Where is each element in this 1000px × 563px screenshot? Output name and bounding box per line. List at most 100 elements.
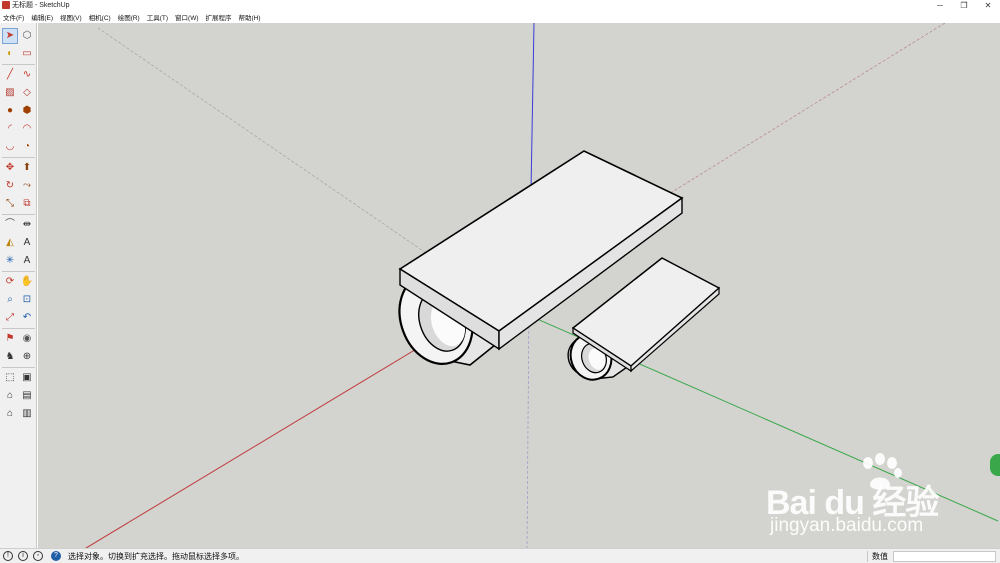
freehand-icon[interactable]: ∿ — [19, 67, 35, 83]
window-title: 无标题 - SketchUp — [12, 2, 70, 9]
tape-measure-icon[interactable]: ⌒ — [2, 217, 18, 233]
toolbar-separator — [2, 271, 35, 272]
3d-text-icon-glyph: A — [23, 255, 31, 266]
3d-text-icon[interactable]: A — [19, 253, 35, 269]
menu-edit[interactable]: 编辑(E) — [31, 12, 53, 22]
menu-window[interactable]: 窗口(W) — [175, 12, 198, 22]
iso-view-icon[interactable]: ⬚ — [2, 370, 18, 386]
toolbar-separator — [2, 367, 35, 368]
top-view-icon-glyph: ▣ — [22, 372, 32, 383]
rectangle-icon[interactable]: ▨ — [2, 85, 18, 101]
user-account-icon[interactable]: ◦ — [33, 551, 43, 561]
polygon-icon[interactable]: ⬢ — [19, 103, 35, 119]
protractor-icon[interactable]: ◭ — [2, 235, 18, 251]
front-view-icon-glyph: ⌂ — [6, 390, 14, 401]
three-point-arc-icon[interactable]: ◡ — [2, 139, 18, 155]
scale-icon-glyph: ⤡ — [6, 198, 14, 209]
minimize-button[interactable]: ─ — [928, 0, 952, 11]
eraser-icon[interactable]: ▭ — [19, 46, 35, 62]
zoom-icon-glyph: ⌕ — [7, 294, 13, 305]
top-view-icon[interactable]: ▣ — [19, 370, 35, 386]
previous-view-icon[interactable]: ↶ — [19, 310, 35, 326]
status-divider — [867, 551, 868, 562]
previous-view-icon-glyph: ↶ — [22, 312, 32, 323]
component-icon-glyph: ⬡ — [22, 30, 32, 41]
two-point-arc-icon-glyph: ◠ — [22, 123, 32, 134]
three-point-arc-icon-glyph: ◡ — [5, 141, 15, 152]
component-icon[interactable]: ⬡ — [19, 28, 35, 44]
rectangle-icon-glyph: ▨ — [5, 87, 15, 98]
rotate-icon[interactable]: ↻ — [2, 178, 18, 194]
zoom-extents-icon-glyph: ⤢ — [6, 312, 14, 323]
menu-tools[interactable]: 工具(T) — [147, 12, 168, 22]
zoom-window-icon[interactable]: ⊡ — [19, 292, 35, 308]
toolbar-separator — [2, 214, 35, 215]
pan-icon[interactable]: ✋ — [19, 274, 35, 290]
title-bar: 无标题 - SketchUp ─ ❐ ✕ — [0, 0, 1000, 11]
freehand-icon-glyph: ∿ — [22, 69, 32, 80]
pie-icon-glyph: ◔ — [23, 141, 31, 152]
position-camera-icon-glyph: ⚑ — [5, 333, 15, 344]
geo-location-icon[interactable]: ! — [3, 551, 13, 561]
position-camera-icon[interactable]: ⚑ — [2, 331, 18, 347]
offset-icon[interactable]: ⧉ — [19, 196, 35, 212]
menu-view[interactable]: 视图(V) — [60, 12, 82, 22]
zoom-extents-icon[interactable]: ⤢ — [2, 310, 18, 326]
menu-draw[interactable]: 绘图(R) — [118, 12, 140, 22]
move-icon-glyph: ✥ — [5, 162, 15, 173]
status-message: 选择对象。切换到扩充选择。拖动鼠标选择多项。 — [68, 552, 244, 561]
pie-icon[interactable]: ◔ — [19, 139, 35, 155]
side-panel-tab[interactable] — [990, 454, 1000, 476]
pencil-line-icon[interactable]: ╱ — [2, 67, 18, 83]
move-icon[interactable]: ✥ — [2, 160, 18, 176]
left-view-icon[interactable]: ▥ — [19, 406, 35, 422]
rotated-rectangle-icon[interactable]: ◇ — [19, 85, 35, 101]
offset-icon-glyph: ⧉ — [23, 198, 31, 209]
measurements-input[interactable] — [893, 551, 996, 562]
status-bar: ! i ◦ ? 选择对象。切换到扩充选择。拖动鼠标选择多项。 数值 — [0, 548, 1000, 563]
arc-icon[interactable]: ◜ — [2, 121, 18, 137]
select-icon[interactable]: ➤ — [2, 28, 18, 44]
rotated-rectangle-icon-glyph: ◇ — [23, 87, 31, 98]
orbit-icon-glyph: ⟳ — [5, 276, 15, 287]
menu-file[interactable]: 文件(F) — [3, 12, 24, 22]
instructor-help-icon[interactable]: ? — [51, 551, 61, 561]
menu-camera[interactable]: 相机(C) — [89, 12, 111, 22]
paint-bucket-icon[interactable]: ◐ — [2, 46, 18, 62]
menu-extensions[interactable]: 扩展程序 — [206, 12, 232, 22]
two-point-arc-icon[interactable]: ◠ — [19, 121, 35, 137]
push-pull-icon[interactable]: ⬆ — [19, 160, 35, 176]
large-tool-set: ➤ ⬡ ◐ ▭ ╱ ∿ ▨ ◇ ● ⬢ ◜ ◠ ◡ ◔ ✥ ⬆ ↻ ⤳ ⤡ ⧉ ⌒ ⇹ ◭ A ✳ A ⟳ ✋ ⌕ ⊡ ⤢ ↶ ⚑ ◉ ♞ ⊕ ⬚ ▣ ⌂ ▤… — [0, 23, 37, 548]
back-view-icon[interactable]: ⌂ — [2, 406, 18, 422]
baidu-watermark: Bai du 经验 jingyan.baidu.com — [766, 453, 986, 543]
zoom-icon[interactable]: ⌕ — [2, 292, 18, 308]
restore-button[interactable]: ❐ — [952, 0, 976, 11]
pencil-line-icon-glyph: ╱ — [6, 69, 14, 80]
scale-icon[interactable]: ⤡ — [2, 196, 18, 212]
right-view-icon[interactable]: ▤ — [19, 388, 35, 404]
dimension-icon-glyph: ⇹ — [22, 219, 32, 230]
circle-icon-glyph: ● — [6, 105, 14, 116]
look-around-icon[interactable]: ◉ — [19, 331, 35, 347]
dimension-icon[interactable]: ⇹ — [19, 217, 35, 233]
walk-icon-glyph: ♞ — [5, 351, 15, 362]
modeling-viewport[interactable]: Bai du 经验 jingyan.baidu.com — [38, 23, 1000, 548]
tape-measure-icon-glyph: ⌒ — [5, 219, 15, 230]
section-plane-icon-glyph: ⊕ — [22, 351, 32, 362]
close-button[interactable]: ✕ — [976, 0, 1000, 11]
credits-icon[interactable]: i — [18, 551, 28, 561]
protractor-icon-glyph: ◭ — [6, 237, 14, 248]
section-plane-icon[interactable]: ⊕ — [19, 349, 35, 365]
front-view-icon[interactable]: ⌂ — [2, 388, 18, 404]
follow-me-icon[interactable]: ⤳ — [19, 178, 35, 194]
circle-icon[interactable]: ● — [2, 103, 18, 119]
pan-icon-glyph: ✋ — [20, 276, 34, 287]
axes-icon[interactable]: ✳ — [2, 253, 18, 269]
polygon-icon-glyph: ⬢ — [22, 105, 32, 116]
arc-icon-glyph: ◜ — [8, 123, 12, 134]
menu-help[interactable]: 帮助(H) — [239, 12, 261, 22]
walk-icon[interactable]: ♞ — [2, 349, 18, 365]
sketchup-logo-icon — [2, 1, 10, 9]
text-icon[interactable]: A — [19, 235, 35, 251]
orbit-icon[interactable]: ⟳ — [2, 274, 18, 290]
